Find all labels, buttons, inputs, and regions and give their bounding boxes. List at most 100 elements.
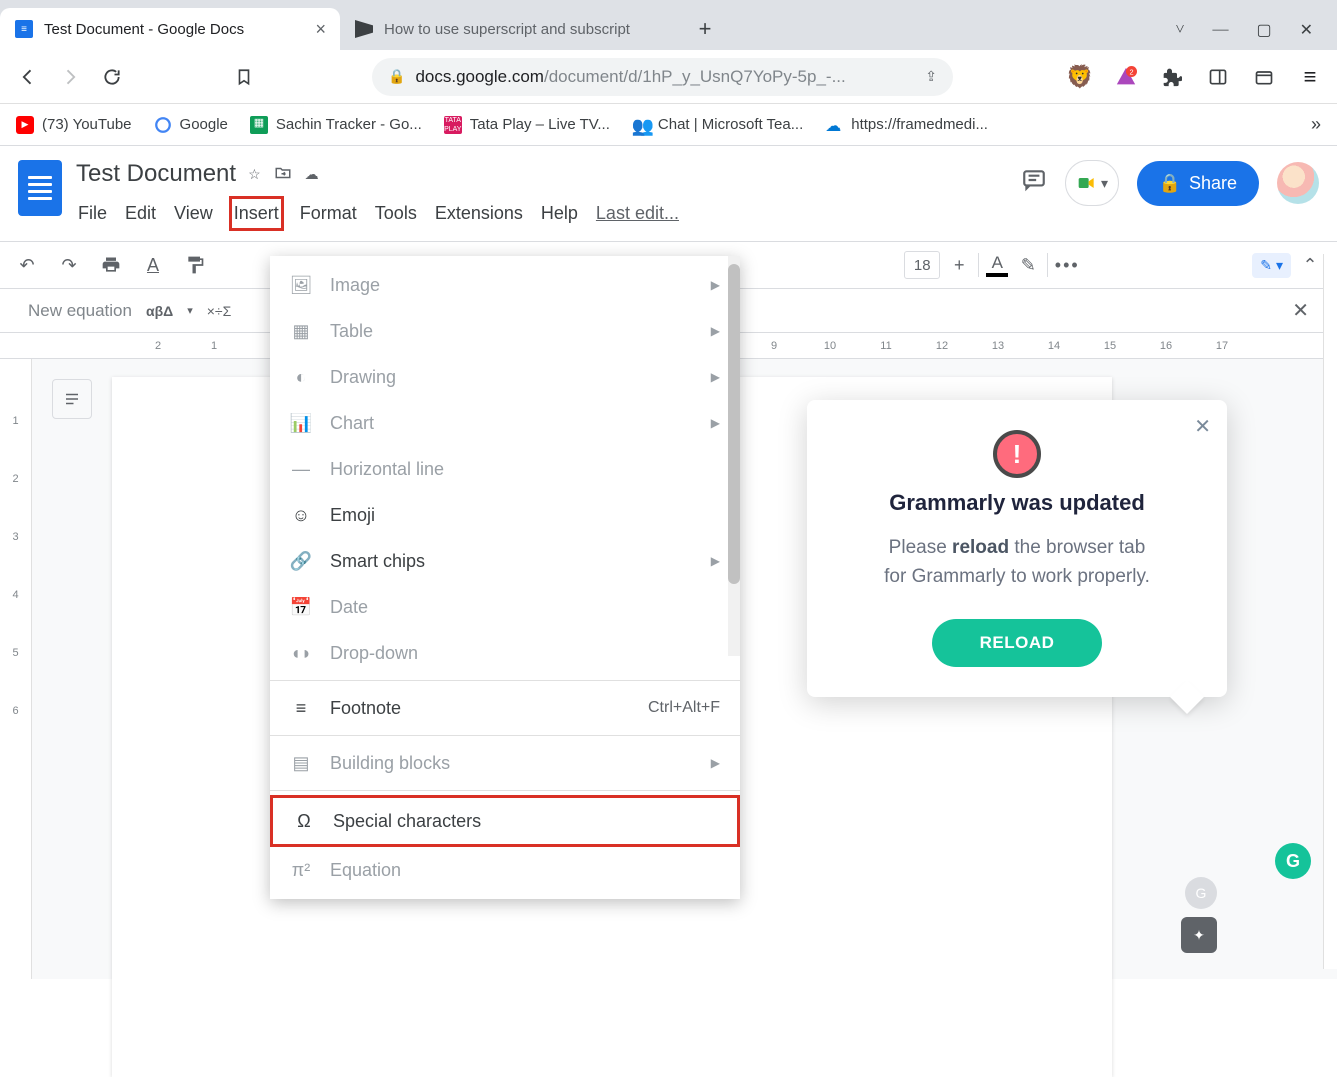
bookmark-item[interactable]: 👥Chat | Microsoft Tea... xyxy=(632,116,803,134)
tab-close-icon[interactable]: × xyxy=(315,19,326,40)
bookmark-item[interactable]: TATAPLAYTata Play – Live TV... xyxy=(444,116,610,134)
print-icon[interactable] xyxy=(98,252,124,278)
editing-mode-button[interactable]: ✎ ▾ xyxy=(1252,253,1291,278)
paint-format-icon[interactable] xyxy=(182,252,208,278)
footnote-icon: ≡ xyxy=(290,697,312,719)
lock-icon: 🔒 xyxy=(1159,173,1181,194)
window-controls: ˅ — ▢ ✕ xyxy=(1175,20,1337,50)
wallet-icon[interactable] xyxy=(1251,64,1277,90)
menu-file[interactable]: File xyxy=(76,199,109,228)
more-toolbar-icon[interactable]: ••• xyxy=(1054,252,1080,278)
gdoc-favicon: ≡ xyxy=(14,19,34,39)
tab-inactive[interactable]: How to use superscript and subscript xyxy=(340,8,680,50)
menu-item-image[interactable]: 🖼Image▶ xyxy=(270,262,740,308)
move-folder-icon[interactable] xyxy=(273,164,293,185)
sidepanel-icon[interactable] xyxy=(1205,64,1231,90)
menu-extensions[interactable]: Extensions xyxy=(433,199,525,228)
share-url-icon[interactable]: ⇪ xyxy=(925,68,937,85)
reload-button[interactable]: RELOAD xyxy=(932,619,1103,667)
brave-shield-icon[interactable]: 🦁 xyxy=(1067,64,1093,90)
menu-scrollbar[interactable] xyxy=(728,256,740,656)
popup-close-icon[interactable]: ✕ xyxy=(1194,414,1211,439)
menu-item-dropdown[interactable]: ◖◗Drop-down xyxy=(270,630,740,676)
new-equation-button[interactable]: New equation xyxy=(28,301,132,321)
tab-active[interactable]: ≡ Test Document - Google Docs × xyxy=(0,8,340,50)
pill-icon: ◖◗ xyxy=(290,642,312,664)
chart-icon: 📊 xyxy=(290,412,312,434)
account-avatar[interactable] xyxy=(1277,162,1319,204)
explore-button[interactable]: ✦ xyxy=(1181,917,1217,953)
omega-icon: Ω xyxy=(293,810,315,832)
bookmark-item[interactable]: Google xyxy=(154,116,228,134)
chevron-down-icon[interactable]: ˅ xyxy=(1175,21,1184,39)
new-tab-button[interactable]: + xyxy=(688,12,722,46)
comments-icon[interactable] xyxy=(1021,167,1047,200)
menu-item-emoji[interactable]: ☺Emoji xyxy=(270,492,740,538)
grammarly-gray-icon[interactable]: G xyxy=(1185,877,1217,909)
maximize-icon[interactable]: ▢ xyxy=(1256,20,1271,40)
minimize-icon[interactable]: — xyxy=(1212,21,1228,39)
menu-help[interactable]: Help xyxy=(539,199,580,228)
back-button[interactable] xyxy=(14,63,42,91)
menu-item-footnote[interactable]: ≡FootnoteCtrl+Alt+F xyxy=(270,685,740,731)
vertical-ruler[interactable]: 123456 xyxy=(0,359,32,979)
bookmarks-bar: ▶(73) YouTube Google ▦Sachin Tracker - G… xyxy=(0,104,1337,146)
meet-button[interactable]: ▾ xyxy=(1065,160,1119,206)
grammarly-badge-icon[interactable]: G xyxy=(1275,843,1311,879)
undo-icon[interactable]: ↶ xyxy=(14,252,40,278)
menu-item-date[interactable]: 📅Date xyxy=(270,584,740,630)
font-size-value[interactable]: 18 xyxy=(904,251,940,279)
reload-button[interactable] xyxy=(98,63,126,91)
menu-view[interactable]: View xyxy=(172,199,215,228)
emoji-icon: ☺ xyxy=(290,504,312,526)
menu-item-chart[interactable]: 📊Chart▶ xyxy=(270,400,740,446)
bookmark-overflow-icon[interactable]: » xyxy=(1311,114,1321,135)
font-size-inc-icon[interactable]: + xyxy=(946,252,972,278)
menu-item-building-blocks[interactable]: ▤Building blocks▶ xyxy=(270,740,740,786)
spellcheck-icon[interactable]: A xyxy=(140,252,166,278)
close-equation-bar-icon[interactable]: ✕ xyxy=(1292,298,1309,323)
text-color-icon[interactable]: A xyxy=(985,253,1009,277)
url-text: docs.google.com/document/d/1hP_y_UsnQ7Yo… xyxy=(415,67,845,87)
last-edit-link[interactable]: Last edit... xyxy=(594,199,681,228)
brave-rewards-icon[interactable]: 2 xyxy=(1113,64,1139,90)
menu-item-equation[interactable]: π²Equation xyxy=(270,847,740,893)
close-window-icon[interactable]: ✕ xyxy=(1300,20,1313,40)
extensions-icon[interactable] xyxy=(1159,64,1185,90)
browser-menu-icon[interactable]: ≡ xyxy=(1297,64,1323,90)
side-panel-handle[interactable] xyxy=(1323,254,1337,969)
menu-item-special-characters[interactable]: ΩSpecial characters xyxy=(270,795,740,847)
star-icon[interactable]: ☆ xyxy=(248,166,261,183)
address-bar[interactable]: 🔒 docs.google.com/document/d/1hP_y_UsnQ7… xyxy=(372,58,953,96)
font-size-group: 18 + A ✎ ••• ✎ ▾ ⌃ xyxy=(904,251,1323,279)
popup-title: Grammarly was updated xyxy=(833,490,1201,516)
menu-edit[interactable]: Edit xyxy=(123,199,158,228)
menu-item-smart-chips[interactable]: 🔗Smart chips▶ xyxy=(270,538,740,584)
bookmark-item[interactable]: ▶(73) YouTube xyxy=(16,116,132,134)
menu-format[interactable]: Format xyxy=(298,199,359,228)
tab-title: Test Document - Google Docs xyxy=(44,21,244,38)
menu-item-drawing[interactable]: ◐Drawing▶ xyxy=(270,354,740,400)
forward-button[interactable] xyxy=(56,63,84,91)
smartchip-icon: 🔗 xyxy=(290,550,312,572)
image-icon: 🖼 xyxy=(290,274,312,296)
menu-item-table[interactable]: ▦Table▶ xyxy=(270,308,740,354)
cloud-status-icon[interactable]: ☁ xyxy=(305,166,319,183)
document-outline-button[interactable] xyxy=(52,379,92,419)
bookmark-item[interactable]: ▦Sachin Tracker - Go... xyxy=(250,116,422,134)
share-button[interactable]: 🔒Share xyxy=(1137,161,1259,206)
docs-logo-icon[interactable] xyxy=(18,160,62,216)
math-ops-dropdown[interactable]: ×÷Σ xyxy=(207,303,232,319)
greek-letters-dropdown[interactable]: αβΔ xyxy=(146,303,173,319)
document-title[interactable]: Test Document xyxy=(76,160,236,188)
menu-insert[interactable]: Insert xyxy=(229,196,284,231)
grammarly-popup: ✕ ! Grammarly was updated Please reload … xyxy=(807,400,1227,697)
menu-item-hr[interactable]: —Horizontal line xyxy=(270,446,740,492)
bookmark-item[interactable]: ☁https://framedmedi... xyxy=(825,116,988,134)
collapse-toolbar-icon[interactable]: ⌃ xyxy=(1297,252,1323,278)
bookmark-outline-icon[interactable] xyxy=(230,63,258,91)
redo-icon[interactable]: ↷ xyxy=(56,252,82,278)
menu-tools[interactable]: Tools xyxy=(373,199,419,228)
calendar-icon: 📅 xyxy=(290,596,312,618)
highlight-icon[interactable]: ✎ xyxy=(1015,252,1041,278)
